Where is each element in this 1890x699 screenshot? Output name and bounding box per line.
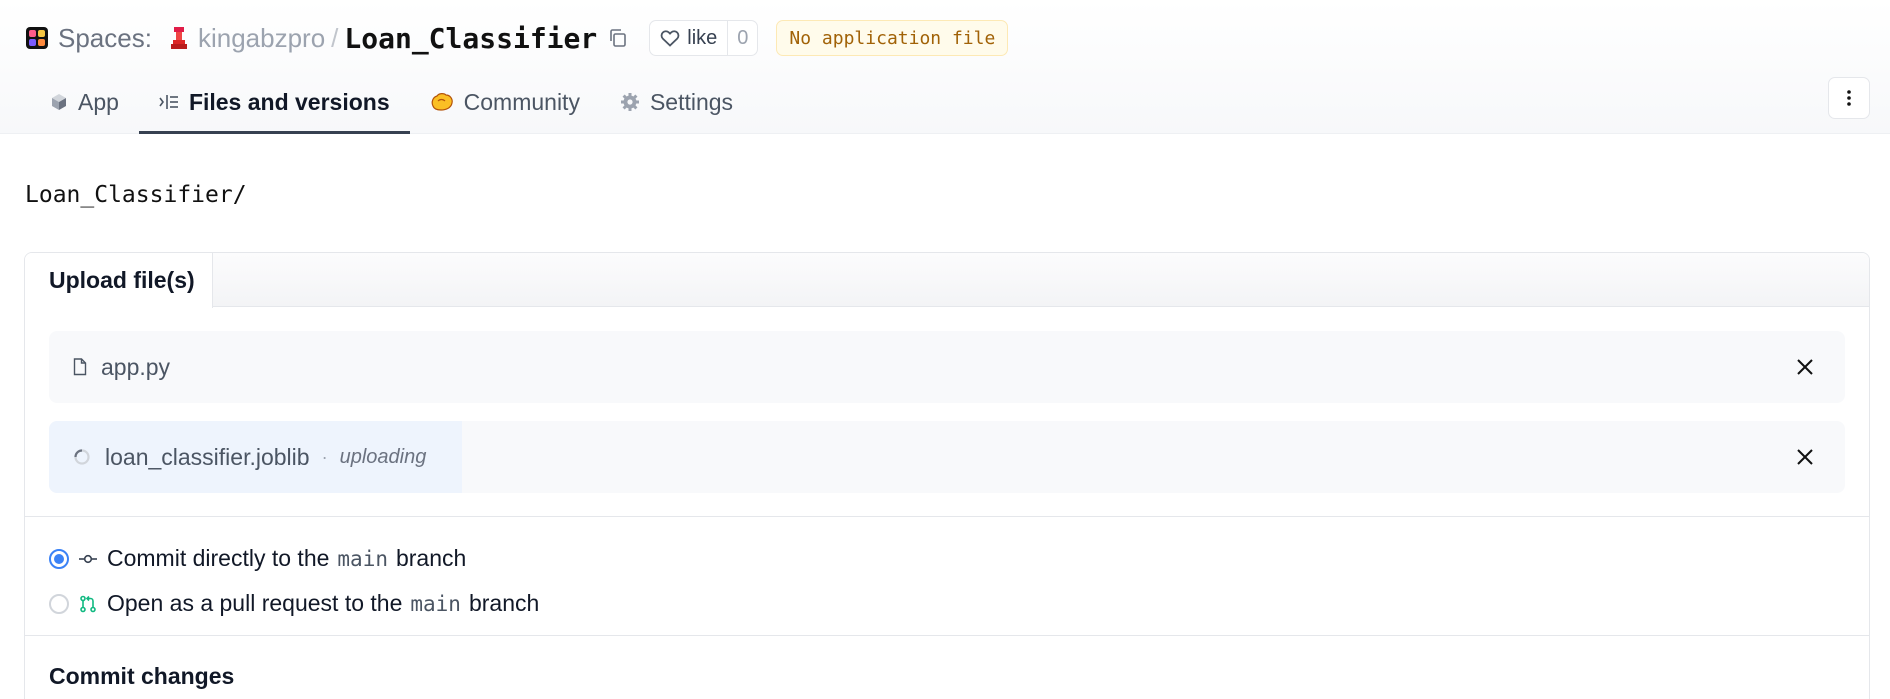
file-icon [73,358,87,376]
commit-direct-prefix: Commit directly to the [107,545,330,571]
upload-panel: Upload file(s) app.py loan_classifier.jo… [24,252,1870,699]
tab-app-label: App [78,88,119,115]
tab-files-label: Files and versions [188,88,390,115]
more-options-button[interactable] [1828,77,1870,119]
pull-request-radio[interactable] [49,593,69,614]
divider [25,516,1869,517]
upload-file-row: loan_classifier.joblib · uploading [49,421,1845,493]
pull-request-icon [80,595,96,612]
close-icon[interactable] [1793,355,1817,379]
file-name: app.py [73,354,170,381]
commit-changes-heading: Commit changes [49,663,235,689]
divider [25,635,1869,636]
spaces-logo-icon[interactable] [26,27,48,49]
cube-icon [52,94,66,110]
community-icon [431,93,453,111]
space-header: Spaces: kingabzpro / Loan_Classifier lik… [0,0,1890,134]
file-name: loan_classifier.joblib · uploading [73,444,426,471]
tab-upload-files[interactable]: Upload file(s) [25,253,213,308]
like-button[interactable]: like 0 [649,20,759,56]
vertical-dots-icon [1847,90,1851,106]
commit-icon [79,554,97,563]
spaces-label[interactable]: Spaces: [58,23,152,54]
pull-request-option[interactable]: Open as a pull request to the main branc… [49,590,539,617]
path-separator: / [331,22,339,53]
heart-icon [660,30,680,47]
upload-status: uploading [339,445,427,468]
upload-panel-tabs: Upload file(s) [25,253,1869,308]
file-name-text: app.py [101,353,171,380]
commit-direct-option[interactable]: Commit directly to the main branch [49,545,466,572]
branch-name: main [337,546,388,571]
title-row: Spaces: kingabzpro / Loan_Classifier lik… [26,18,1009,58]
files-icon [159,95,178,109]
like-count[interactable]: 0 [727,21,757,55]
space-tabs: App Files and versions Community Setting… [30,70,753,134]
spinner-icon [74,449,90,465]
close-icon[interactable] [1793,445,1817,469]
tab-files-and-versions[interactable]: Files and versions [138,70,410,134]
owner-avatar-icon[interactable] [170,27,188,49]
status-badge: No application file [776,20,1009,56]
breadcrumb[interactable]: Loan_Classifier/ [25,182,247,208]
gear-icon [620,93,639,111]
file-name-text: loan_classifier.joblib [105,443,310,470]
branch-name: main [410,591,461,616]
tab-community[interactable]: Community [410,70,600,134]
owner-link[interactable]: kingabzpro [198,23,325,54]
pull-request-suffix: branch [468,590,540,616]
tab-settings[interactable]: Settings [600,70,753,134]
commit-direct-suffix: branch [395,545,467,571]
tab-community-label: Community [463,88,580,115]
upload-file-row: app.py [49,331,1845,403]
like-label: like [687,26,718,49]
status-separator: · [321,446,328,467]
like-main[interactable]: like [650,21,727,55]
pull-request-prefix: Open as a pull request to the [107,590,403,616]
tab-settings-label: Settings [649,88,734,115]
tab-app[interactable]: App [30,70,139,134]
copy-icon[interactable] [607,27,629,49]
repo-name-link[interactable]: Loan_Classifier [344,22,597,55]
commit-direct-radio[interactable] [49,548,69,569]
